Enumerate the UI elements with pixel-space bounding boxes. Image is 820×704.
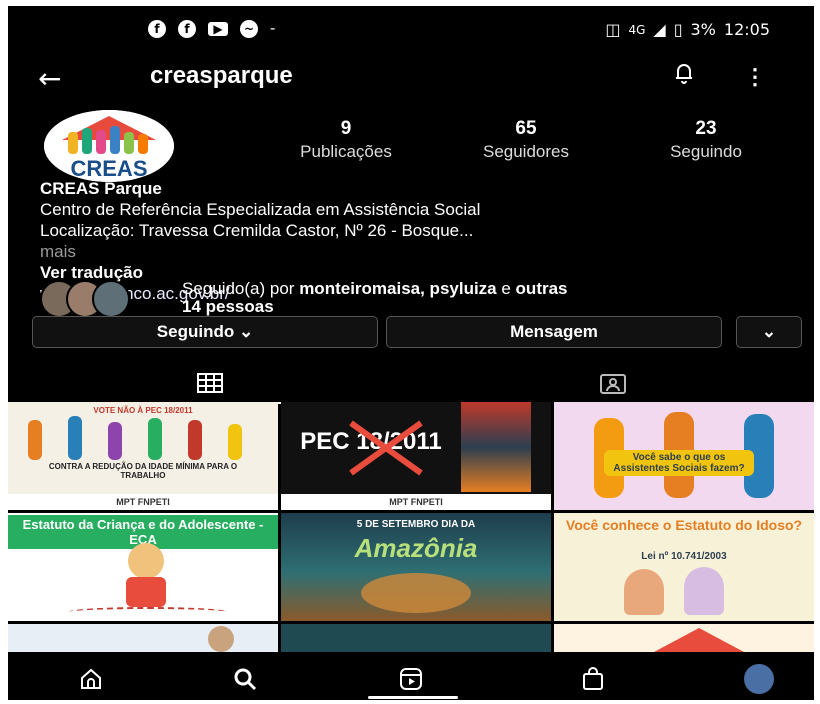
phone-screen: f f ▶ ~ - ◫ 4G ◢ ▯ 3% 12:05 ← creasparqu… — [8, 6, 814, 700]
post-footer: MPT FNPETI — [8, 494, 278, 510]
profile-name: CREAS Parque — [40, 179, 162, 198]
post-thumbnail[interactable] — [554, 624, 814, 652]
more-options-icon[interactable]: ⋮ — [744, 64, 766, 90]
tab-tagged[interactable] — [411, 364, 814, 402]
post-footer: MPT FNPETI — [281, 494, 551, 510]
tab-grid[interactable] — [8, 364, 411, 402]
profile-stats: 9 Publicações 65 Seguidores 23 Seguindo — [266, 118, 786, 162]
profile-tabs — [8, 364, 814, 404]
post-caption: Você conhece o Estatuto do Idoso? — [565, 517, 803, 533]
post-thumbnail[interactable]: Estatuto da Criança e do Adolescente - E… — [8, 513, 278, 621]
following-button[interactable]: Seguindo ⌄ — [32, 316, 378, 348]
network-label: 4G — [628, 22, 646, 37]
profile-actions: Seguindo ⌄ Mensagem ⌄ — [30, 316, 804, 348]
followers-count: 65 — [515, 118, 537, 139]
posts-label: Publicações — [300, 142, 392, 161]
followed-names: monteiromaisa, psyluiza — [299, 279, 497, 298]
followed-others: outras — [515, 279, 568, 298]
follower-avatar — [92, 280, 130, 318]
youtube-icon: ▶ — [208, 22, 228, 36]
illustration-elder — [684, 567, 724, 615]
stat-followers[interactable]: 65 Seguidores — [446, 118, 606, 162]
stat-following[interactable]: 23 Seguindo — [626, 118, 786, 162]
followed-prefix: Seguido(a) por — [182, 279, 300, 298]
back-arrow-icon[interactable]: ← — [38, 62, 61, 95]
battery-percent: 3% — [690, 20, 716, 39]
status-bar: f f ▶ ~ - ◫ 4G ◢ ▯ 3% 12:05 — [8, 6, 814, 50]
post-thumbnail[interactable] — [8, 624, 278, 652]
nav-home[interactable] — [76, 664, 106, 694]
illustration-child-head — [128, 543, 164, 579]
illustration-person — [108, 422, 122, 460]
gesture-bar — [368, 696, 458, 699]
post-thumbnail[interactable] — [281, 624, 551, 652]
illustration-person — [28, 420, 42, 460]
followed-count: 14 pessoas — [182, 297, 274, 316]
jump-rope — [68, 607, 228, 617]
bio-more-link[interactable]: mais — [40, 241, 800, 262]
profile-username: creasparque — [150, 62, 293, 89]
post-artwork — [461, 402, 531, 492]
post-thumbnail[interactable]: Você sabe o que os Assistentes Sociais f… — [554, 402, 814, 510]
nav-shop[interactable] — [578, 664, 608, 694]
creas-logo: CREAS — [44, 110, 174, 182]
nav-profile-avatar[interactable] — [744, 664, 774, 694]
illustration-person — [148, 418, 162, 460]
followers-label: Seguidores — [482, 142, 569, 161]
bell-icon[interactable] — [674, 62, 694, 84]
following-count: 23 — [695, 118, 717, 139]
post-caption: Amazônia — [354, 533, 478, 563]
illustration-roof — [654, 628, 744, 652]
illustration-elder — [624, 569, 664, 615]
battery-icon: ▯ — [673, 20, 683, 39]
reels-icon — [400, 668, 422, 690]
facebook-icon: f — [148, 20, 166, 38]
messenger-icon: ~ — [240, 20, 258, 38]
cross-mark-icon — [349, 420, 423, 476]
post-caption: 5 DE SETEMBRO DIA DA — [356, 519, 476, 530]
following-label: Seguindo — [670, 142, 742, 161]
suggested-accounts-button[interactable]: ⌄ — [736, 316, 802, 348]
followed-by-text: Seguido(a) por monteiromaisa, psyluiza e… — [182, 280, 812, 316]
grid-icon — [196, 373, 223, 393]
signal-icon: ◢ — [653, 20, 666, 39]
tagged-icon — [599, 374, 626, 394]
sunset-glow — [361, 573, 471, 613]
message-button[interactable]: Mensagem — [386, 316, 722, 348]
facebook-icon: f — [178, 20, 196, 38]
system-status: ◫ 4G ◢ ▯ 3% 12:05 — [605, 20, 770, 39]
post-thumbnail[interactable]: 5 DE SETEMBRO DIA DA Amazônia — [281, 513, 551, 621]
post-caption: Lei nº 10.741/2003 — [641, 551, 727, 562]
search-icon — [234, 668, 257, 691]
illustration-person — [188, 420, 202, 460]
illustration-person — [68, 416, 82, 460]
followed-and: e — [496, 279, 516, 298]
illustration-person — [208, 626, 234, 652]
bottom-navigation — [8, 656, 814, 700]
post-caption: VOTE NÃO À PEC 18/2011 — [93, 406, 193, 415]
posts-count: 9 — [340, 118, 352, 139]
home-icon — [81, 668, 101, 689]
post-caption: CONTRA A REDUÇÃO DA IDADE MÍNIMA PARA O … — [48, 462, 238, 480]
profile-avatar[interactable]: CREAS — [44, 110, 174, 182]
post-thumbnail[interactable]: Você conhece o Estatuto do Idoso? Lei nº… — [554, 513, 814, 621]
post-thumbnail[interactable]: VOTE NÃO À PEC 18/2011 CONTRA A REDUÇÃO … — [8, 402, 278, 510]
bio-line-2: Localização: Travessa Cremilda Castor, N… — [40, 221, 474, 240]
vibrate-icon: ◫ — [605, 20, 621, 39]
nav-reels[interactable] — [396, 664, 426, 694]
shopping-bag-icon — [583, 667, 603, 690]
post-thumbnail[interactable]: PEC 18/2011 MPT FNPETI — [281, 402, 551, 510]
illustration-person — [228, 424, 242, 460]
illustration-child-body — [126, 577, 166, 607]
notification-icons: f f ▶ ~ - — [148, 20, 275, 38]
nav-search[interactable] — [230, 664, 260, 694]
clock: 12:05 — [723, 20, 770, 39]
bio-line-1: Centro de Referência Especializada em As… — [40, 200, 481, 219]
post-caption: Você sabe o que os Assistentes Sociais f… — [604, 450, 754, 476]
posts-grid: VOTE NÃO À PEC 18/2011 CONTRA A REDUÇÃO … — [8, 402, 814, 652]
status-dash: - — [270, 20, 276, 37]
profile-header: ← creasparque ⋮ — [8, 56, 814, 100]
stat-posts[interactable]: 9 Publicações — [266, 118, 426, 162]
